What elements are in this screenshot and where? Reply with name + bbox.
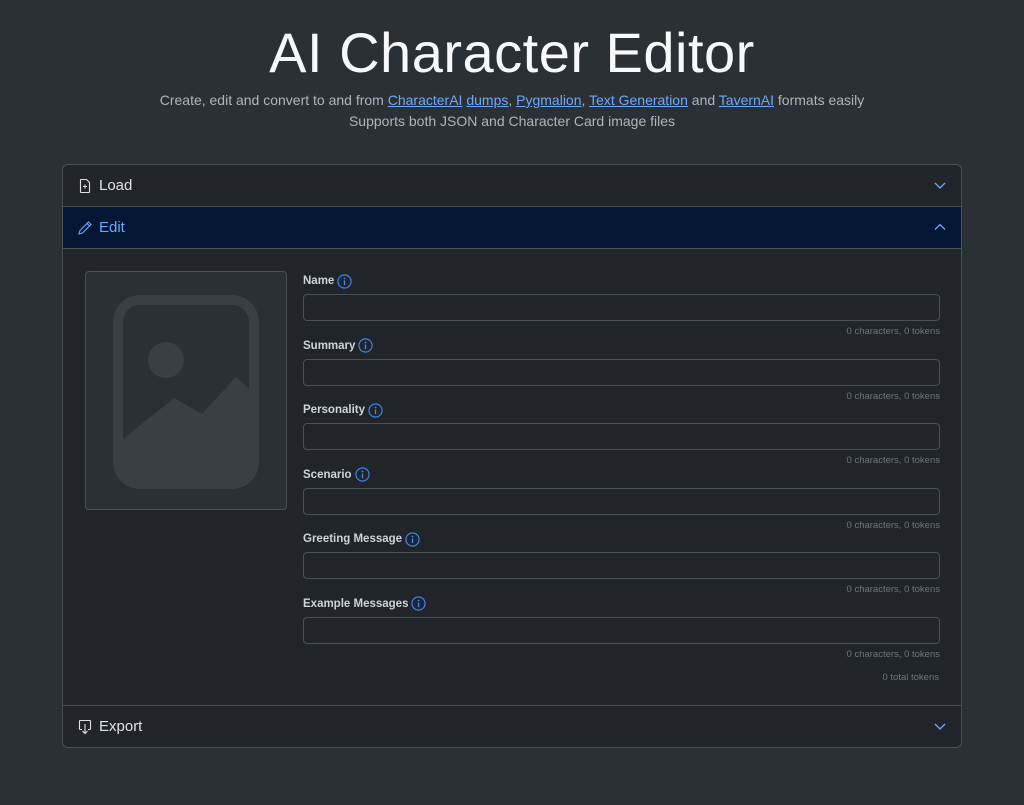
accordion-item-load: Load <box>63 165 961 206</box>
summary-input[interactable] <box>303 358 940 386</box>
page-subtitle-2: Supports both JSON and Character Card im… <box>348 113 676 129</box>
info-icon[interactable] <box>358 338 374 353</box>
field-greeting-message: Greeting Message 0 characters, 0 tokens <box>303 529 940 595</box>
page-title: AI Character Editor <box>269 21 755 84</box>
field-personality: Personality 0 characters, 0 tokens <box>303 400 940 466</box>
accordion-item-edit: Edit Name 0 characters, 0 tokens Summary… <box>63 206 961 705</box>
info-icon[interactable] <box>354 467 370 482</box>
field-label: Name <box>303 275 335 287</box>
example-messages-input[interactable] <box>303 616 940 644</box>
edit-panel: Name 0 characters, 0 tokens Summary 0 ch… <box>63 248 961 705</box>
field-scenario: Scenario 0 characters, 0 tokens <box>303 465 940 531</box>
download-icon <box>77 719 93 735</box>
field-label: Example Messages <box>303 597 409 610</box>
info-icon[interactable] <box>337 273 352 289</box>
chevron-down-icon <box>933 178 947 192</box>
file-plus-icon <box>77 178 93 194</box>
total-tokens: 0 total tokens <box>882 672 939 683</box>
accordion-label-edit: Edit <box>99 219 125 236</box>
page-subtitle: Create, edit and convert to and from Cha… <box>159 92 865 108</box>
pencil-icon <box>77 220 93 236</box>
accordion-header-load[interactable]: Load <box>63 165 961 206</box>
link-tavernai[interactable]: TavernAI <box>719 92 774 108</box>
name-input[interactable] <box>303 294 940 321</box>
image-placeholder-icon <box>113 295 259 489</box>
accordion-label-export: Export <box>99 718 143 735</box>
field-label: Summary <box>303 339 356 352</box>
scenario-input[interactable] <box>303 487 940 515</box>
field-label: Personality <box>303 404 365 416</box>
field-label: Greeting Message <box>303 533 403 545</box>
greeting-message-input[interactable] <box>303 552 940 579</box>
accordion-header-export[interactable]: Export <box>63 706 961 747</box>
info-icon[interactable] <box>368 402 383 418</box>
character-fields: Name 0 characters, 0 tokens Summary 0 ch… <box>303 271 940 660</box>
chevron-up-icon <box>933 220 947 234</box>
accordion-item-export: Export <box>63 705 961 747</box>
field-summary: Summary 0 characters, 0 tokens <box>303 336 940 402</box>
main-accordion: Load Edit Name 0 characters, 0 tokens Su… <box>62 164 962 748</box>
field-name: Name 0 characters, 0 tokens <box>303 271 940 337</box>
link-characterai[interactable]: CharacterAI <box>388 92 463 108</box>
field-label: Scenario <box>303 468 352 481</box>
personality-input[interactable] <box>303 423 940 450</box>
link-dumps[interactable]: dumps <box>466 92 508 108</box>
avatar-upload[interactable] <box>85 271 287 510</box>
accordion-label-load: Load <box>99 177 133 194</box>
info-icon[interactable] <box>411 596 427 611</box>
info-icon[interactable] <box>405 531 420 547</box>
link-pygmalion[interactable]: Pygmalion <box>516 92 581 108</box>
char-token-count: 0 characters, 0 tokens <box>846 648 940 660</box>
field-example-messages: Example Messages 0 characters, 0 tokens <box>303 594 940 660</box>
accordion-header-edit[interactable]: Edit <box>63 207 961 248</box>
chevron-down-icon <box>933 719 947 733</box>
page-header: AI Character Editor Create, edit and con… <box>0 0 1024 132</box>
link-text-generation[interactable]: Text Generation <box>589 92 688 108</box>
